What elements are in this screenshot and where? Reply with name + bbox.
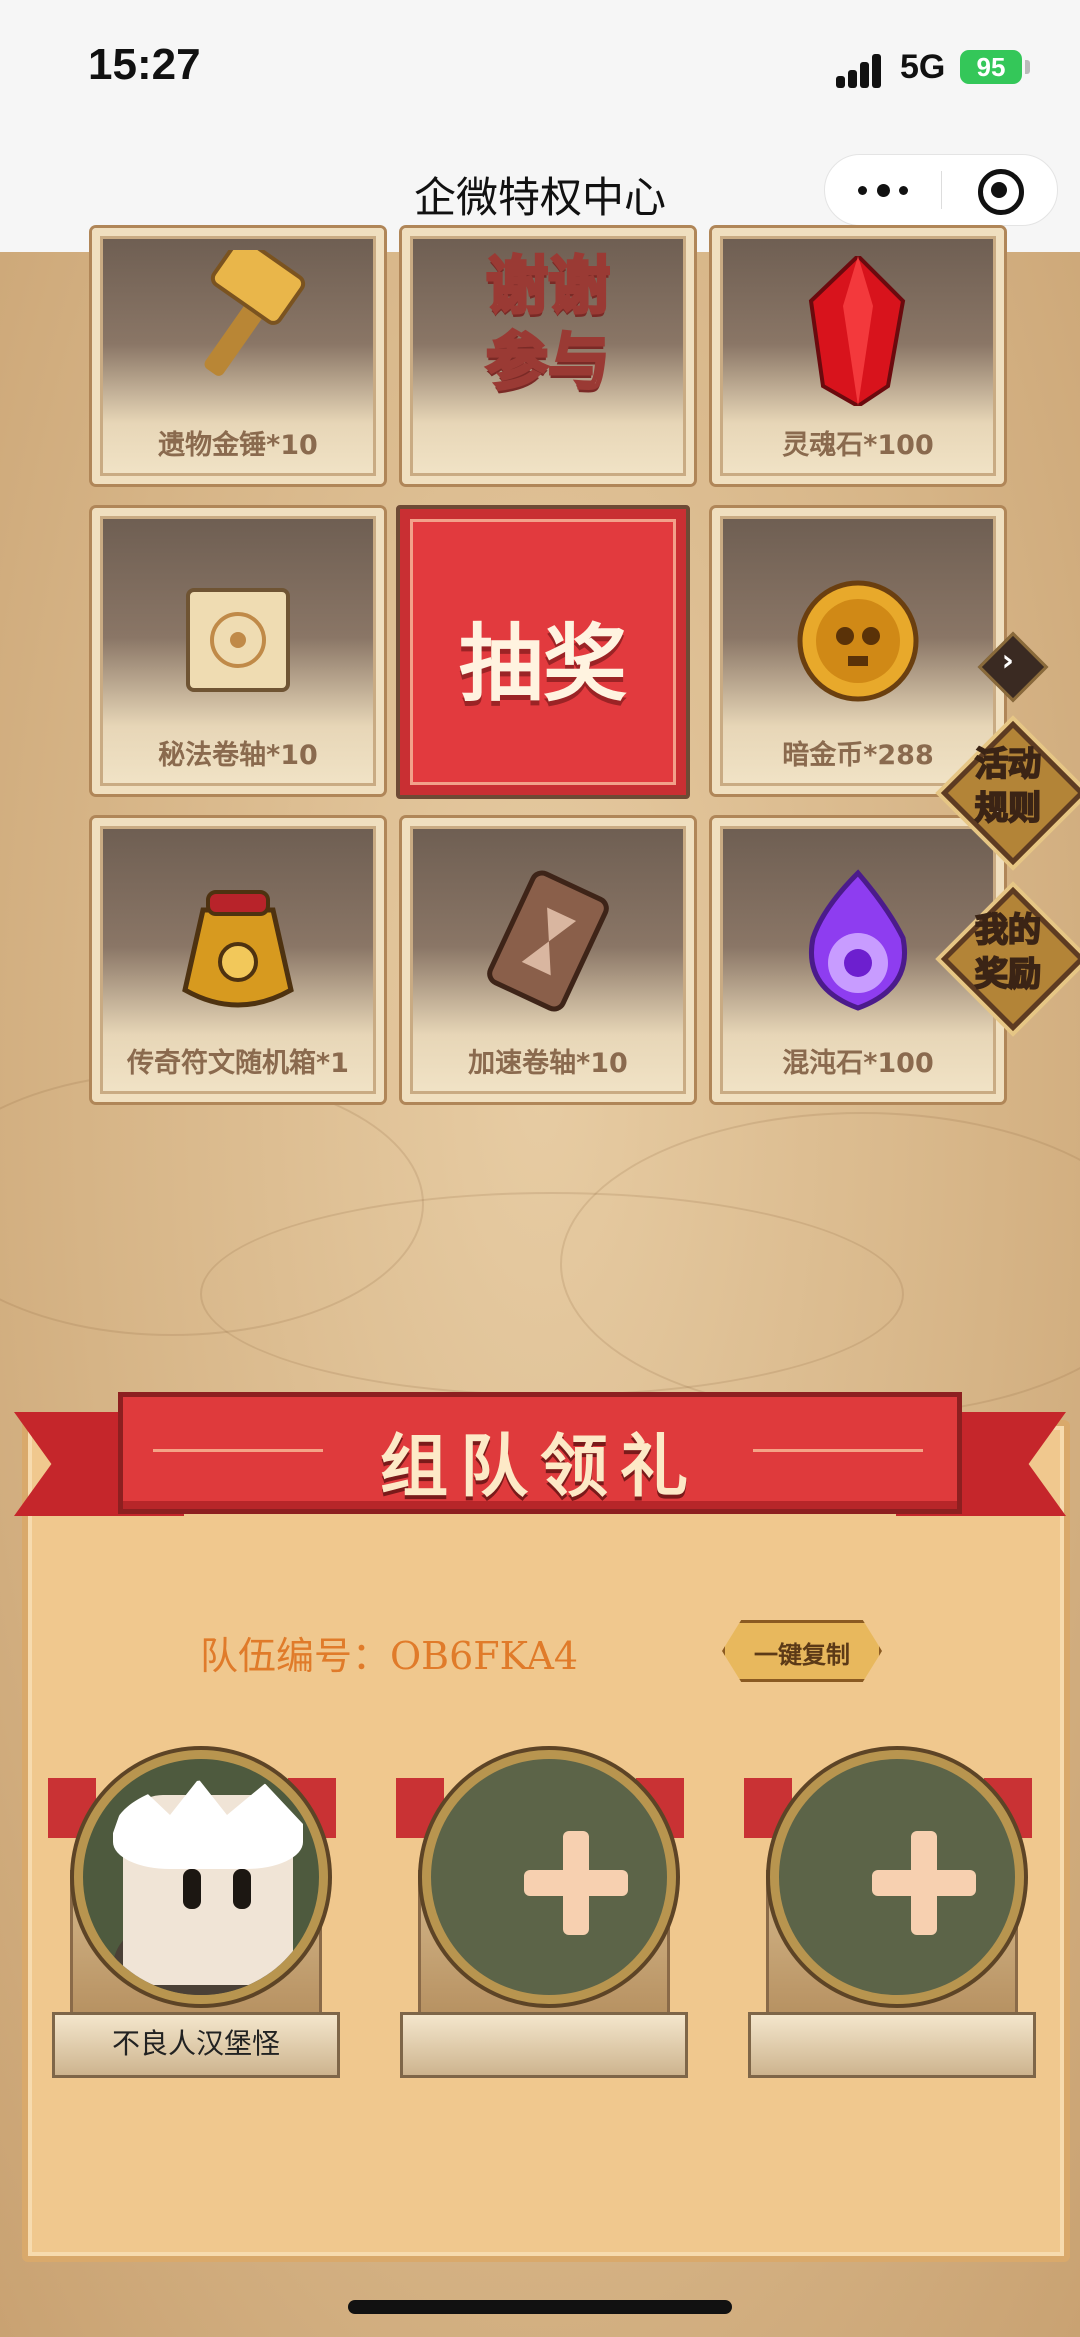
prize-label: 灵魂石*100	[782, 430, 934, 461]
member-name: 不良人汉堡怪	[111, 2027, 280, 2060]
team-title: 组队领礼	[379, 1428, 700, 1507]
avatar-eye	[183, 1869, 201, 1909]
battery-tip	[1025, 60, 1030, 74]
map-decoration	[200, 1192, 904, 1396]
more-button[interactable]	[825, 155, 941, 225]
prize-label: 秘法卷轴*10	[158, 740, 318, 771]
red-crystal-icon	[808, 256, 906, 406]
prize-label: 传奇符文随机箱*1	[127, 1048, 349, 1079]
activity-rules-button[interactable]: 活动 规则	[940, 720, 1080, 866]
prize-tile[interactable]: 传奇符文随机箱*1	[92, 818, 384, 1102]
invite-slot[interactable]	[744, 1750, 1038, 2080]
copy-team-id-button[interactable]: 一键复制	[722, 1620, 882, 1682]
thanks-line1: 谢谢	[484, 248, 611, 324]
chevron-right-icon: ›	[1001, 643, 1015, 679]
prize-tile[interactable]: 谢谢 参与	[402, 228, 694, 484]
prize-tile[interactable]: 灵魂石*100	[712, 228, 1004, 484]
prize-tile[interactable]: 加速卷轴*10	[402, 818, 694, 1102]
prize-tile[interactable]: 遗物金锤*10	[92, 228, 384, 484]
plus-icon-bar	[872, 1870, 976, 1896]
my-rewards-label: 我的 奖励	[940, 908, 1076, 996]
rules-line1: 活动	[974, 743, 1042, 784]
thanks-text: 谢谢 参与	[410, 248, 686, 400]
arcane-scroll-icon	[186, 588, 290, 692]
my-rewards-button[interactable]: 我的 奖励	[940, 886, 1080, 1032]
plus-icon-bar	[524, 1870, 628, 1896]
activity-rules-label: 活动 规则	[940, 742, 1076, 830]
status-time: 15:27	[88, 40, 201, 89]
miniprogram-capsule	[824, 154, 1058, 226]
cellular-signal-icon	[836, 52, 886, 88]
team-id-value: OB6FKA4	[390, 1634, 579, 1678]
network-type: 5G	[900, 48, 946, 86]
team-member-slot[interactable]: 不良人汉堡怪	[48, 1750, 342, 2080]
prize-label: 混沌石*100	[782, 1048, 934, 1079]
target-dot	[991, 182, 1007, 198]
thanks-line2: 参与	[484, 324, 611, 400]
prize-tile[interactable]: 秘法卷轴*10	[92, 508, 384, 794]
close-miniprogram-button[interactable]	[941, 155, 1057, 225]
rewards-line2: 奖励	[974, 953, 1042, 994]
hourglass-scroll-icon	[487, 870, 609, 1012]
team-id-label: 队伍编号：	[200, 1634, 391, 1678]
avatar-eye	[233, 1869, 251, 1909]
avatar-hair	[113, 1779, 303, 1869]
rules-line2: 规则	[974, 787, 1042, 828]
team-id-row: 队伍编号：OB6FKA4	[200, 1625, 578, 1680]
add-member-button[interactable]	[422, 1750, 676, 2004]
prize-label: 加速卷轴*10	[468, 1048, 628, 1079]
avatar	[74, 1750, 328, 2004]
team-ribbon: 组队领礼	[118, 1392, 962, 1514]
battery-icon: 95	[960, 50, 1022, 84]
invite-slot[interactable]	[396, 1750, 690, 2080]
rewards-line1: 我的	[974, 909, 1042, 950]
slot-nameplate	[748, 2012, 1036, 2078]
golden-hammer-icon	[204, 250, 306, 376]
add-member-button[interactable]	[770, 1750, 1024, 2004]
draw-button[interactable]: 抽奖	[396, 505, 690, 799]
skull-coin-icon	[797, 580, 919, 702]
home-indicator[interactable]	[348, 2300, 732, 2314]
copy-button-label: 一键复制	[754, 1641, 850, 1669]
slot-nameplate	[400, 2012, 688, 2078]
prize-label: 遗物金锤*10	[158, 430, 318, 461]
status-bar: 15:27 5G 95	[0, 0, 1080, 130]
draw-button-label: 抽奖	[458, 615, 627, 713]
chaos-stone-icon	[809, 869, 907, 1011]
rune-bag-icon	[182, 890, 294, 1008]
